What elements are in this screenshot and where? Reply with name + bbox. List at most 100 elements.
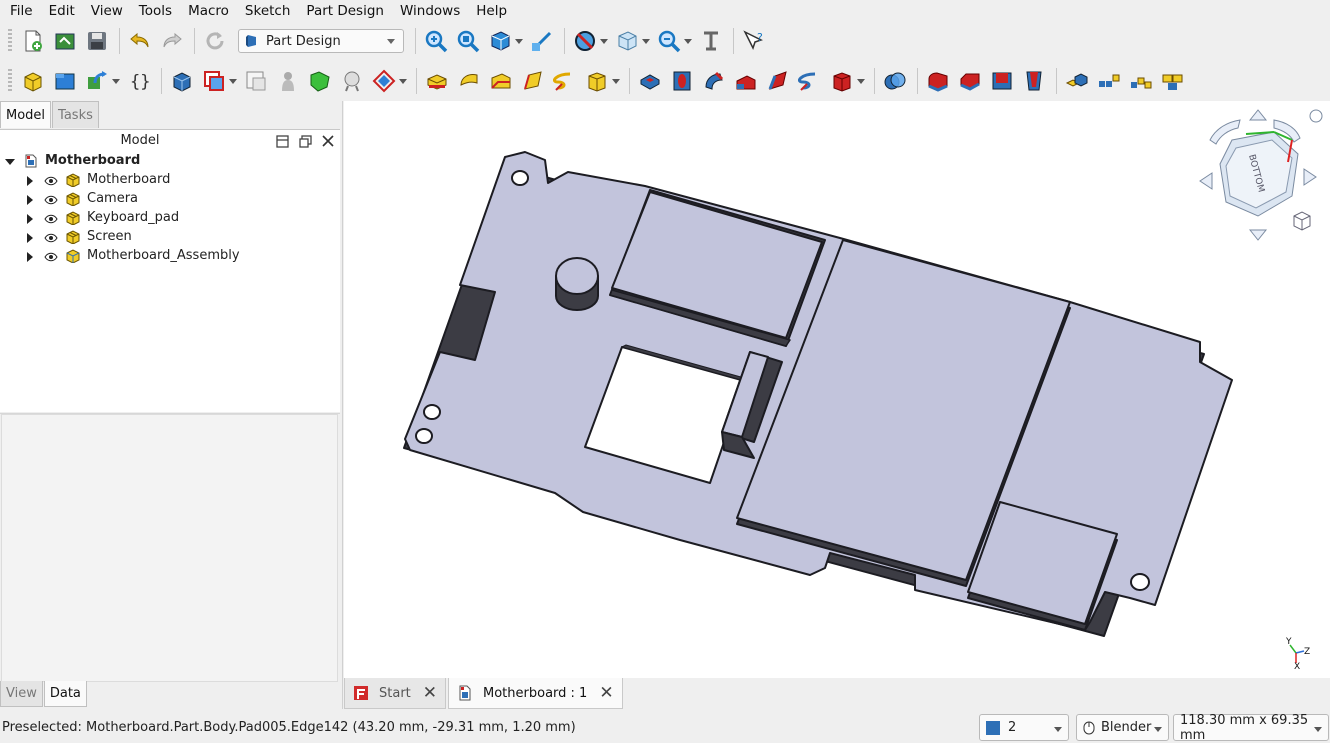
new-document-icon[interactable] xyxy=(18,26,48,56)
draw-style-icon[interactable] xyxy=(570,26,600,56)
clone-icon[interactable] xyxy=(199,66,229,96)
additive-primitive-dropdown[interactable] xyxy=(612,66,620,96)
tab-view[interactable]: View xyxy=(0,681,43,707)
menu-windows[interactable]: Windows xyxy=(392,0,468,23)
redo-icon[interactable] xyxy=(157,26,187,56)
std-views-dropdown[interactable] xyxy=(515,26,523,56)
menu-part-design[interactable]: Part Design xyxy=(298,0,392,23)
open-document-icon[interactable] xyxy=(50,26,80,56)
fillet-icon[interactable] xyxy=(923,66,953,96)
pipe-icon[interactable] xyxy=(518,66,548,96)
menu-file[interactable]: File xyxy=(2,0,41,23)
menu-tools[interactable]: Tools xyxy=(131,0,180,23)
create-link-icon[interactable] xyxy=(82,66,112,96)
save-document-icon[interactable] xyxy=(82,26,112,56)
close-icon[interactable]: ✕ xyxy=(423,683,437,703)
create-sketch-icon[interactable] xyxy=(241,66,271,96)
eye-icon[interactable] xyxy=(44,195,58,205)
close-panel-icon[interactable] xyxy=(320,133,336,149)
expand-arrow-icon[interactable] xyxy=(27,252,33,262)
tree-item[interactable]: Keyboard_pad xyxy=(0,209,340,228)
subtractive-primitive-icon[interactable] xyxy=(827,66,857,96)
attach-sketch-icon[interactable] xyxy=(305,66,335,96)
toolbar-grip[interactable] xyxy=(8,69,12,93)
navigation-cube[interactable]: BOTTOM xyxy=(1196,106,1326,241)
boolean-icon[interactable] xyxy=(880,66,910,96)
close-icon[interactable]: ✕ xyxy=(599,683,613,703)
revolution-icon[interactable] xyxy=(454,66,484,96)
workbench-selector[interactable]: Part Design xyxy=(238,29,404,53)
tree-item[interactable]: Motherboard xyxy=(0,171,340,190)
tree-root-item[interactable]: Motherboard xyxy=(0,152,340,171)
nav-arrow-right-icon[interactable] xyxy=(1303,168,1317,186)
additive-primitive-icon[interactable] xyxy=(582,66,612,96)
datum-shapes-icon[interactable] xyxy=(369,66,399,96)
tab-data[interactable]: Data xyxy=(43,681,87,707)
groove-icon[interactable] xyxy=(699,66,729,96)
tab-model[interactable]: Model xyxy=(0,101,52,128)
tree-item[interactable]: Camera xyxy=(0,190,340,209)
pocket-icon[interactable] xyxy=(635,66,665,96)
expand-arrow-icon[interactable] xyxy=(27,214,33,224)
create-body-icon[interactable] xyxy=(18,66,48,96)
menu-sketch[interactable]: Sketch xyxy=(237,0,298,23)
page-selector[interactable]: 2 xyxy=(979,714,1069,741)
float-panel-icon[interactable] xyxy=(297,133,313,149)
create-part-icon[interactable] xyxy=(50,66,80,96)
subtractive-loft-icon[interactable] xyxy=(731,66,761,96)
dimension-selector[interactable]: 118.30 mm x 69.35 mm xyxy=(1173,713,1329,743)
refresh-icon[interactable] xyxy=(200,26,230,56)
create-link-dropdown[interactable] xyxy=(112,66,120,96)
std-views-icon[interactable] xyxy=(485,26,515,56)
fit-all-icon[interactable] xyxy=(421,26,451,56)
menu-help[interactable]: Help xyxy=(468,0,515,23)
measure-tool-icon[interactable] xyxy=(696,26,726,56)
hole-icon[interactable] xyxy=(667,66,697,96)
create-group-icon[interactable]: {} xyxy=(124,66,154,96)
zoom-dropdown[interactable] xyxy=(684,26,692,56)
nav-menu-icon[interactable] xyxy=(1309,109,1323,123)
tab-motherboard[interactable]: Motherboard : 1 ✕ xyxy=(448,678,623,709)
linear-pattern-icon[interactable] xyxy=(1094,66,1124,96)
tree-item[interactable]: Motherboard_Assembly xyxy=(0,247,340,266)
expand-arrow-icon[interactable] xyxy=(5,159,15,165)
mirrored-icon[interactable] xyxy=(1062,66,1092,96)
nav-arrow-down-icon[interactable] xyxy=(1248,229,1268,241)
helix-icon[interactable] xyxy=(550,66,580,96)
expand-arrow-icon[interactable] xyxy=(27,233,33,243)
expand-arrow-icon[interactable] xyxy=(27,176,33,186)
datum-dropdown[interactable] xyxy=(399,66,407,96)
collapse-panel-icon[interactable] xyxy=(274,133,290,149)
datum-point-icon[interactable] xyxy=(337,66,367,96)
toolbar-grip[interactable] xyxy=(8,29,12,53)
subtractive-helix-icon[interactable] xyxy=(795,66,825,96)
shape-binder-icon[interactable] xyxy=(167,66,197,96)
tree-item[interactable]: Screen xyxy=(0,228,340,247)
eye-icon[interactable] xyxy=(44,233,58,243)
cube-body[interactable]: BOTTOM xyxy=(1219,131,1299,217)
expand-arrow-icon[interactable] xyxy=(27,195,33,205)
3d-viewport[interactable]: BOTTOM Y Z X xyxy=(344,101,1330,678)
subtractive-pipe-icon[interactable] xyxy=(763,66,793,96)
zoom-icon[interactable] xyxy=(654,26,684,56)
navigation-style-selector[interactable]: Blender xyxy=(1076,714,1169,741)
menu-macro[interactable]: Macro xyxy=(180,0,237,23)
eye-icon[interactable] xyxy=(44,214,58,224)
nav-arrow-up-icon[interactable] xyxy=(1248,109,1268,121)
eye-icon[interactable] xyxy=(44,176,58,186)
nav-arrow-left-icon[interactable] xyxy=(1199,172,1213,190)
draft-icon[interactable] xyxy=(987,66,1017,96)
stereo-icon[interactable] xyxy=(612,26,642,56)
tab-start[interactable]: Start ✕ xyxy=(344,678,447,709)
loft-icon[interactable] xyxy=(486,66,516,96)
polar-pattern-icon[interactable] xyxy=(1126,66,1156,96)
multi-transform-icon[interactable] xyxy=(1158,66,1188,96)
whats-this-icon[interactable]: ? xyxy=(739,26,769,56)
pad-icon[interactable] xyxy=(422,66,452,96)
eye-icon[interactable] xyxy=(44,252,58,262)
draw-style-dropdown[interactable] xyxy=(600,26,608,56)
nav-cube-mini-icon[interactable] xyxy=(1293,211,1311,231)
menu-edit[interactable]: Edit xyxy=(41,0,83,23)
subtractive-primitive-dropdown[interactable] xyxy=(857,66,865,96)
tab-tasks[interactable]: Tasks xyxy=(52,101,99,128)
